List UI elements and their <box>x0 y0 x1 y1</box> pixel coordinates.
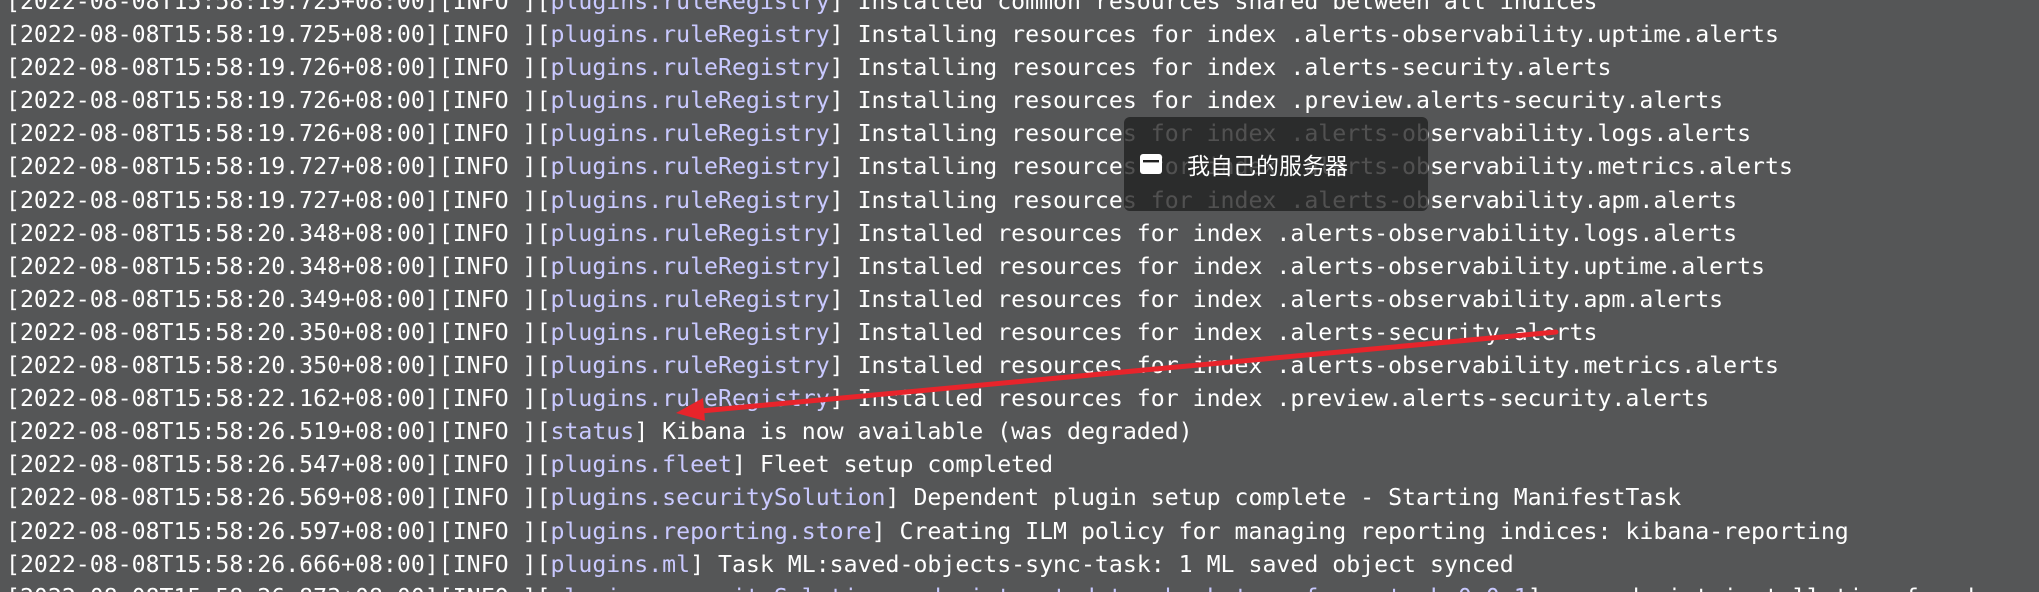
log-module: plugins.ruleRegistry <box>550 0 830 15</box>
log-message: Installed common resources shared betwee… <box>857 0 1598 15</box>
log-line: [2022-08-08T15:58:26.873+08:00][INFO ][p… <box>6 581 1974 592</box>
log-timestamp: [2022-08-08T15:58:26.597+08:00] <box>6 517 439 545</box>
log-line: [2022-08-08T15:58:20.348+08:00][INFO ][p… <box>6 252 1765 280</box>
log-message: no endpoint installation found <box>1556 584 1975 592</box>
log-line: [2022-08-08T15:58:26.666+08:00][INFO ][p… <box>6 550 1514 578</box>
log-module: plugins.ruleRegistry <box>550 54 830 82</box>
log-line: [2022-08-08T15:58:19.725+08:00][INFO ][p… <box>6 0 1974 18</box>
log-module: plugins.ruleRegistry <box>550 252 830 280</box>
log-level: [INFO ] <box>438 54 537 82</box>
log-level: [INFO ] <box>438 87 537 115</box>
log-level: [INFO ] <box>438 252 537 280</box>
log-timestamp: [2022-08-08T15:58:19.726+08:00] <box>6 87 439 115</box>
log-level: [INFO ] <box>438 418 537 446</box>
log-timestamp: [2022-08-08T15:58:20.350+08:00] <box>6 352 439 380</box>
log-level: [INFO ] <box>438 550 537 578</box>
log-line: [2022-08-08T15:58:19.727+08:00][INFO ][p… <box>6 186 1738 214</box>
log-level: [INFO ] <box>438 186 537 214</box>
log-module: plugins.ruleRegistry <box>550 21 830 49</box>
log-module: plugins.ruleRegistry <box>550 385 830 413</box>
log-timestamp: [2022-08-08T15:58:20.350+08:00] <box>6 318 439 346</box>
log-level: [INFO ] <box>438 285 537 313</box>
log-line: [2022-08-08T15:58:20.348+08:00][INFO ][p… <box>6 219 1738 247</box>
log-message: Installed resources for index .alerts-ob… <box>857 252 1765 280</box>
log-level: [INFO ] <box>438 352 537 380</box>
log-level: [INFO ] <box>438 153 537 181</box>
log-message: Installed resources for index .alerts-ob… <box>857 285 1724 313</box>
log-level: [INFO ] <box>438 0 537 15</box>
log-module: status <box>550 418 635 446</box>
log-line: [2022-08-08T15:58:20.350+08:00][INFO ][p… <box>6 352 1779 380</box>
log-module: plugins.ruleRegistry <box>550 219 830 247</box>
log-line: [2022-08-08T15:58:26.597+08:00][INFO ][p… <box>6 517 1849 545</box>
log-timestamp: [2022-08-08T15:58:20.348+08:00] <box>6 219 439 247</box>
log-timestamp: [2022-08-08T15:58:22.162+08:00] <box>6 385 439 413</box>
log-line: [2022-08-08T15:58:19.726+08:00][INFO ][p… <box>6 54 1612 82</box>
log-message: Installing resources for index .preview.… <box>857 87 1724 115</box>
log-module: plugins.ruleRegistry <box>550 87 830 115</box>
log-level: [INFO ] <box>438 451 537 479</box>
log-message: Installed resources for index .alerts-se… <box>857 318 1598 346</box>
terminal-output[interactable]: [2022-08-08T15:58:19.725+08:00][INFO ][p… <box>0 0 2039 592</box>
log-level: [INFO ] <box>438 219 537 247</box>
log-module: plugins.ruleRegistry <box>550 318 830 346</box>
log-module: plugins.ruleRegistry <box>550 120 830 148</box>
log-timestamp: [2022-08-08T15:58:26.873+08:00] <box>6 584 439 592</box>
log-line: [2022-08-08T15:58:26.569+08:00][INFO ][p… <box>6 484 1682 512</box>
log-module: plugins.ruleRegistry <box>550 186 830 214</box>
log-line: [2022-08-08T15:58:19.726+08:00][INFO ][p… <box>6 120 1752 148</box>
log-timestamp: [2022-08-08T15:58:19.726+08:00] <box>6 54 439 82</box>
log-level: [INFO ] <box>438 484 537 512</box>
toast-notification: 我自己的服务器 <box>1124 117 1428 211</box>
log-line: [2022-08-08T15:58:19.725+08:00][INFO ][p… <box>6 21 1779 49</box>
log-level: [INFO ] <box>438 318 537 346</box>
log-timestamp: [2022-08-08T15:58:19.725+08:00] <box>6 21 439 49</box>
log-level: [INFO ] <box>439 584 537 592</box>
log-module: plugins.fleet <box>550 451 732 479</box>
server-icon <box>1138 151 1164 177</box>
log-message: Kibana is now available (was degraded) <box>662 418 1193 446</box>
log-message: Installing resources for index .alerts-s… <box>857 54 1612 82</box>
log-timestamp: [2022-08-08T15:58:26.547+08:00] <box>6 451 439 479</box>
log-module: plugins.ruleRegistry <box>550 352 830 380</box>
log-timestamp: [2022-08-08T15:58:19.727+08:00] <box>6 153 439 181</box>
log-line: [2022-08-08T15:58:20.349+08:00][INFO ][p… <box>6 285 1724 313</box>
log-module: plugins.securitySolution.endpoint:metada… <box>550 584 1527 592</box>
log-message: Creating ILM policy for managing reporti… <box>899 517 1849 545</box>
log-lines: [2022-08-08T15:58:19.725+08:00][INFO ][p… <box>6 0 1974 592</box>
log-message: Task ML:saved-objects-sync-task: 1 ML sa… <box>718 550 1514 578</box>
log-module: plugins.ruleRegistry <box>550 153 830 181</box>
log-line: [2022-08-08T15:58:26.519+08:00][INFO ][s… <box>6 418 1193 446</box>
log-line: [2022-08-08T15:58:22.162+08:00][INFO ][p… <box>6 385 1710 413</box>
log-level: [INFO ] <box>438 21 537 49</box>
log-line: [2022-08-08T15:58:20.350+08:00][INFO ][p… <box>6 318 1598 346</box>
log-module: plugins.ml <box>550 550 691 578</box>
log-level: [INFO ] <box>438 385 537 413</box>
log-module: plugins.ruleRegistry <box>550 285 830 313</box>
log-timestamp: [2022-08-08T15:58:20.348+08:00] <box>6 252 439 280</box>
toast-text: 我自己的服务器 <box>1187 154 1348 180</box>
log-timestamp: [2022-08-08T15:58:19.727+08:00] <box>6 186 439 214</box>
log-line: [2022-08-08T15:58:26.547+08:00][INFO ][p… <box>6 451 1054 479</box>
log-module: plugins.reporting.store <box>550 517 872 545</box>
log-message: Fleet setup completed <box>759 451 1054 479</box>
log-module: plugins.securitySolution <box>550 484 886 512</box>
log-timestamp: [2022-08-08T15:58:19.725+08:00] <box>6 0 439 15</box>
log-message: Dependent plugin setup complete - Starti… <box>913 484 1682 512</box>
log-message: Installed resources for index .preview.a… <box>857 385 1710 413</box>
log-message: Installed resources for index .alerts-ob… <box>857 352 1779 380</box>
log-timestamp: [2022-08-08T15:58:20.349+08:00] <box>6 285 439 313</box>
log-line: [2022-08-08T15:58:19.727+08:00][INFO ][p… <box>6 153 1793 181</box>
log-timestamp: [2022-08-08T15:58:19.726+08:00] <box>6 120 439 148</box>
log-message: Installing resources for index .alerts-o… <box>857 21 1779 49</box>
log-timestamp: [2022-08-08T15:58:26.519+08:00] <box>6 418 439 446</box>
log-timestamp: [2022-08-08T15:58:26.666+08:00] <box>6 550 439 578</box>
log-line: [2022-08-08T15:58:19.726+08:00][INFO ][p… <box>6 87 1724 115</box>
log-level: [INFO ] <box>438 517 537 545</box>
log-message: Installed resources for index .alerts-ob… <box>857 219 1738 247</box>
log-level: [INFO ] <box>438 120 537 148</box>
log-timestamp: [2022-08-08T15:58:26.569+08:00] <box>6 484 439 512</box>
